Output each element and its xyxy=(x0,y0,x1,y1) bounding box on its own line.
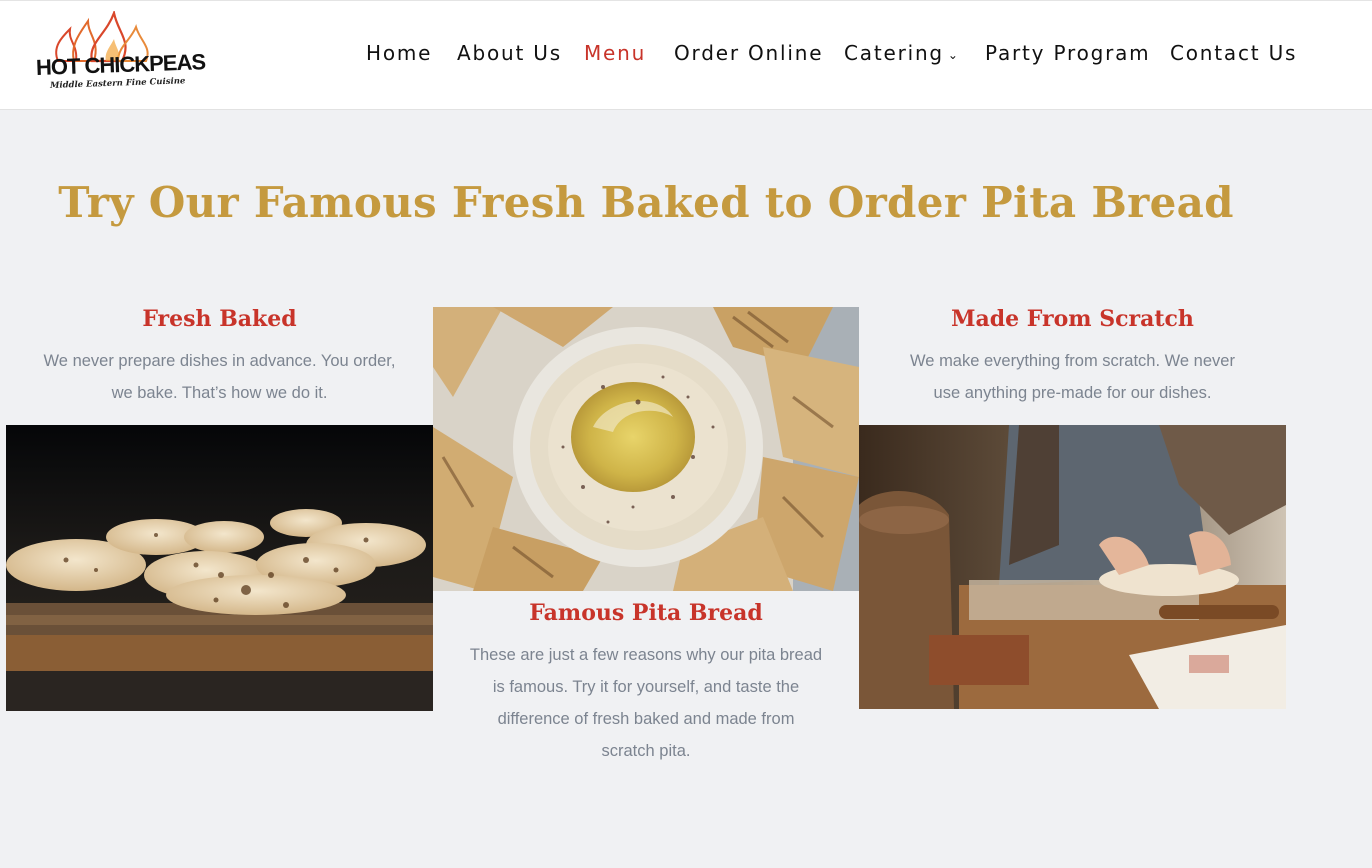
feature-text-line: use anything pre-made for our dishes. xyxy=(933,384,1212,402)
main-navigation: Home About Us Menu Order Online Catering… xyxy=(0,41,1372,69)
feature-text-line: These are just a few reasons why our pit… xyxy=(469,646,823,664)
site-header: HOT CHICKPEAS Middle Eastern Fine Cuisin… xyxy=(0,0,1372,110)
feature-text-line: we bake. That’s how we do it. xyxy=(111,384,328,402)
pita-oven-photo xyxy=(6,425,433,711)
feature-text-line: is famous. Try it for yourself, and tast… xyxy=(492,678,800,696)
nav-item-order-online[interactable]: Order Online xyxy=(674,41,823,65)
dough-kneading-photo xyxy=(859,425,1286,709)
nav-item-catering[interactable]: Catering ⌄ xyxy=(844,41,960,65)
nav-item-menu[interactable]: Menu xyxy=(584,41,646,65)
nav-item-contact-us[interactable]: Contact Us xyxy=(1170,41,1297,65)
feature-text-famous-pita: These are just a few reasons why our pit… xyxy=(433,639,859,767)
feature-text-line: scratch pita. xyxy=(601,742,691,760)
feature-text-made-from-scratch: We make everything from scratch. We neve… xyxy=(859,345,1286,409)
feature-text-line: We never prepare dishes in advance. You … xyxy=(43,352,396,370)
feature-title-famous-pita: Famous Pita Bread xyxy=(529,600,763,626)
feature-title-fresh-baked: Fresh Baked xyxy=(142,306,297,332)
nav-item-party-program[interactable]: Party Program xyxy=(985,41,1150,65)
chevron-down-icon: ⌄ xyxy=(947,47,960,62)
page-headline: Try Our Famous Fresh Baked to Order Pita… xyxy=(58,178,1234,227)
nav-item-home[interactable]: Home xyxy=(366,41,432,65)
hummus-pita-photo xyxy=(433,307,859,591)
nav-item-catering-label: Catering xyxy=(844,41,944,65)
feature-text-line: We make everything from scratch. We neve… xyxy=(910,352,1235,370)
feature-text-line: difference of fresh baked and made from xyxy=(497,710,795,728)
feature-text-fresh-baked: We never prepare dishes in advance. You … xyxy=(6,345,433,409)
nav-item-about-us[interactable]: About Us xyxy=(457,41,562,65)
feature-title-made-from-scratch: Made From Scratch xyxy=(951,306,1194,332)
